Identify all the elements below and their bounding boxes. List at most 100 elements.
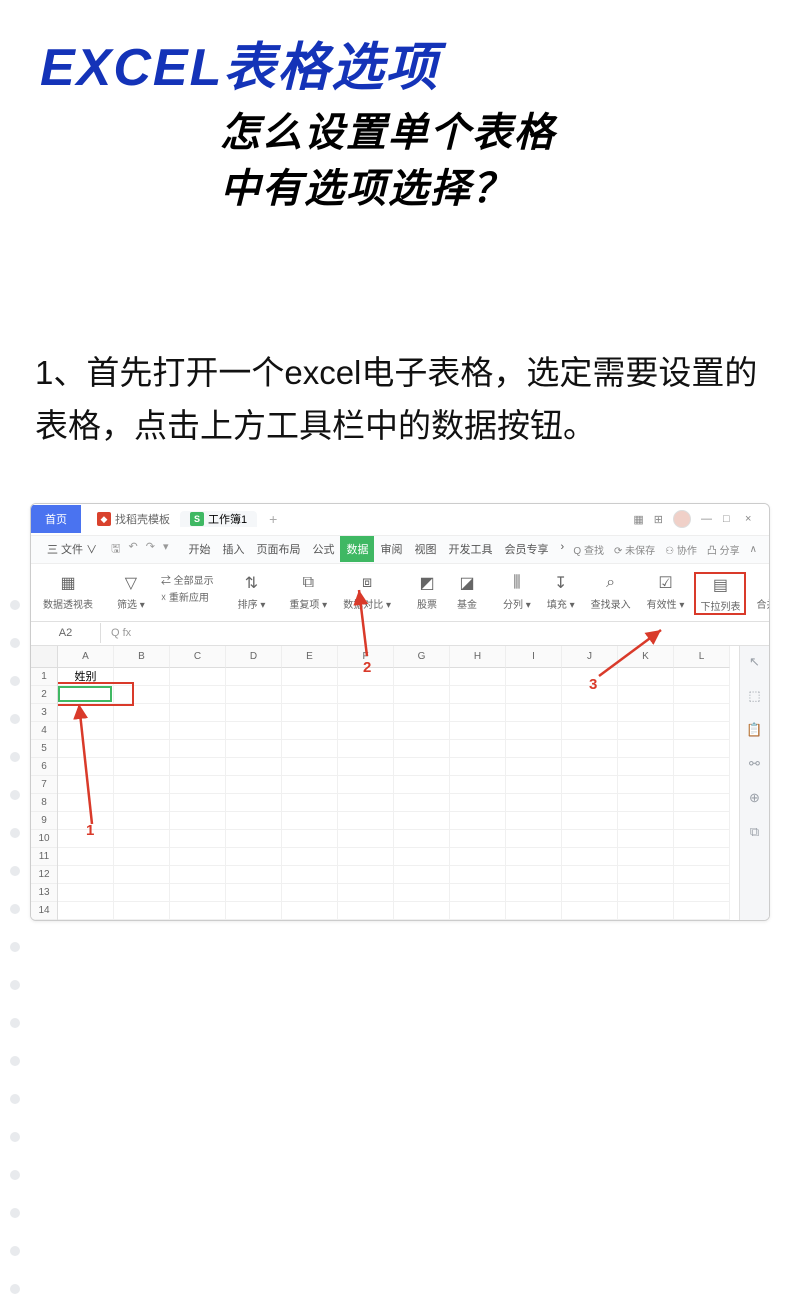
tool-pivot[interactable]: ▦ 数据透视表: [37, 572, 99, 611]
row-4[interactable]: 4: [31, 722, 57, 740]
row-7[interactable]: 7: [31, 776, 57, 794]
tab-more[interactable]: ›: [554, 536, 570, 562]
close-icon[interactable]: ×: [745, 513, 757, 525]
share-button[interactable]: 凸 分享: [707, 542, 740, 557]
row-1[interactable]: 1: [31, 668, 57, 686]
tab-formula[interactable]: 公式: [306, 536, 340, 562]
print-icon[interactable]: ▾: [163, 540, 169, 559]
row-12[interactable]: 12: [31, 866, 57, 884]
grid-icon[interactable]: ▦: [633, 513, 643, 526]
row-6[interactable]: 6: [31, 758, 57, 776]
tab-insert[interactable]: 插入: [216, 536, 250, 562]
table-row[interactable]: [58, 722, 739, 740]
save-icon[interactable]: 🖫: [111, 540, 120, 559]
table-row[interactable]: [58, 830, 739, 848]
tool-stock[interactable]: ◩ 股票: [409, 572, 445, 611]
titlebar: 首页 ◆ 找稻壳模板 S 工作簿1 + ▦ ⊞ — □ ×: [31, 504, 769, 536]
table-row[interactable]: [58, 776, 739, 794]
tool-findrec[interactable]: ⌕ 查找录入: [585, 572, 637, 611]
table-row[interactable]: [58, 758, 739, 776]
col-d[interactable]: D: [226, 646, 282, 668]
grid2-icon[interactable]: ⊞: [654, 513, 663, 526]
tab-home[interactable]: 首页: [31, 505, 81, 533]
col-c[interactable]: C: [170, 646, 226, 668]
maximize-icon[interactable]: □: [723, 513, 735, 525]
menu-up-icon[interactable]: ∧: [750, 544, 757, 555]
fund-label: 基金: [457, 596, 477, 611]
col-i[interactable]: I: [506, 646, 562, 668]
tab-templates[interactable]: ◆ 找稻壳模板: [87, 511, 180, 527]
link-icon[interactable]: ⚯: [749, 756, 760, 772]
tool-validity[interactable]: ☑ 有效性 ▾: [641, 572, 691, 611]
select-all-corner[interactable]: [31, 646, 57, 668]
dropdown-icon: ▤: [708, 574, 732, 596]
tool-filter-opts[interactable]: ⇄ 全部显示 ☓ 重新应用: [155, 572, 220, 604]
stock-label: 股票: [417, 596, 437, 611]
row-3[interactable]: 3: [31, 704, 57, 722]
title-main: EXCEL表格选项: [40, 25, 770, 100]
file-menu[interactable]: 三 文件 ∨: [39, 541, 105, 557]
tab-review[interactable]: 审阅: [374, 536, 408, 562]
row-8[interactable]: 8: [31, 794, 57, 812]
arrow-3: [591, 624, 671, 684]
minimize-icon[interactable]: —: [701, 513, 713, 525]
col-e[interactable]: E: [282, 646, 338, 668]
row-2[interactable]: 2: [31, 686, 57, 704]
spreadsheet-grid[interactable]: 1 2 3 4 5 6 7 8 9 10 11 12 13 14 A B C D…: [31, 646, 769, 920]
add-tab-button[interactable]: +: [257, 511, 289, 527]
table-row[interactable]: [58, 794, 739, 812]
col-g[interactable]: G: [394, 646, 450, 668]
row-14[interactable]: 14: [31, 902, 57, 920]
unsaved-status[interactable]: ⟳ 未保存: [614, 542, 655, 557]
tool-fund[interactable]: ◪ 基金: [449, 572, 485, 611]
tab-vip[interactable]: 会员专享: [498, 536, 554, 562]
row-11[interactable]: 11: [31, 848, 57, 866]
search-button[interactable]: Q 查找: [573, 542, 604, 557]
col-h[interactable]: H: [450, 646, 506, 668]
tab-dev[interactable]: 开发工具: [442, 536, 498, 562]
tab-layout[interactable]: 页面布局: [250, 536, 306, 562]
clipboard-icon[interactable]: 📋: [746, 722, 762, 738]
row-13[interactable]: 13: [31, 884, 57, 902]
cog-icon[interactable]: ⊕: [749, 790, 760, 806]
table-row[interactable]: [58, 866, 739, 884]
collab-button[interactable]: ⚇ 协作: [665, 542, 697, 557]
undo-icon[interactable]: ↶: [129, 540, 138, 559]
select-icon[interactable]: ⬚: [748, 688, 760, 704]
reapply-label: ☓ 重新应用: [161, 589, 209, 604]
col-a[interactable]: A: [58, 646, 114, 668]
tool-fill[interactable]: ↧ 填充 ▾: [541, 572, 581, 611]
copy-icon[interactable]: ⧉: [750, 824, 759, 840]
fund-icon: ◪: [455, 572, 479, 594]
tab-data[interactable]: 数据: [340, 536, 374, 562]
fx-label[interactable]: Q fx: [101, 627, 141, 639]
tool-filter[interactable]: ▽ 筛选 ▾: [111, 572, 151, 611]
cursor-icon[interactable]: ↖: [749, 654, 760, 670]
col-b[interactable]: B: [114, 646, 170, 668]
annotation-label-3: 3: [589, 676, 597, 693]
name-box[interactable]: A2: [31, 623, 101, 643]
col-l[interactable]: L: [674, 646, 730, 668]
avatar[interactable]: [673, 510, 691, 528]
tool-dropdown[interactable]: ▤ 下拉列表: [694, 572, 746, 615]
tab-view[interactable]: 视图: [408, 536, 442, 562]
redo-icon[interactable]: ↷: [146, 540, 155, 559]
tab-start[interactable]: 开始: [182, 536, 216, 562]
table-row[interactable]: [58, 848, 739, 866]
row-9[interactable]: 9: [31, 812, 57, 830]
table-row[interactable]: [58, 902, 739, 920]
arrow-2: [349, 584, 389, 664]
table-row[interactable]: [58, 812, 739, 830]
table-row[interactable]: [58, 884, 739, 902]
row-10[interactable]: 10: [31, 830, 57, 848]
tool-consolidate[interactable]: ⊞ 合并计算: [750, 572, 770, 611]
annotation-label-2: 2: [363, 659, 371, 676]
row-5[interactable]: 5: [31, 740, 57, 758]
tool-dup[interactable]: ⧉ 重复项 ▾: [283, 572, 333, 611]
tool-split[interactable]: ⫼ 分列 ▾: [497, 572, 537, 611]
tab-workbook[interactable]: S 工作簿1: [180, 511, 257, 527]
table-row[interactable]: [58, 740, 739, 758]
table-row[interactable]: [58, 704, 739, 722]
table-row[interactable]: [58, 686, 739, 704]
tool-sort[interactable]: ⇅ 排序 ▾: [232, 572, 272, 611]
